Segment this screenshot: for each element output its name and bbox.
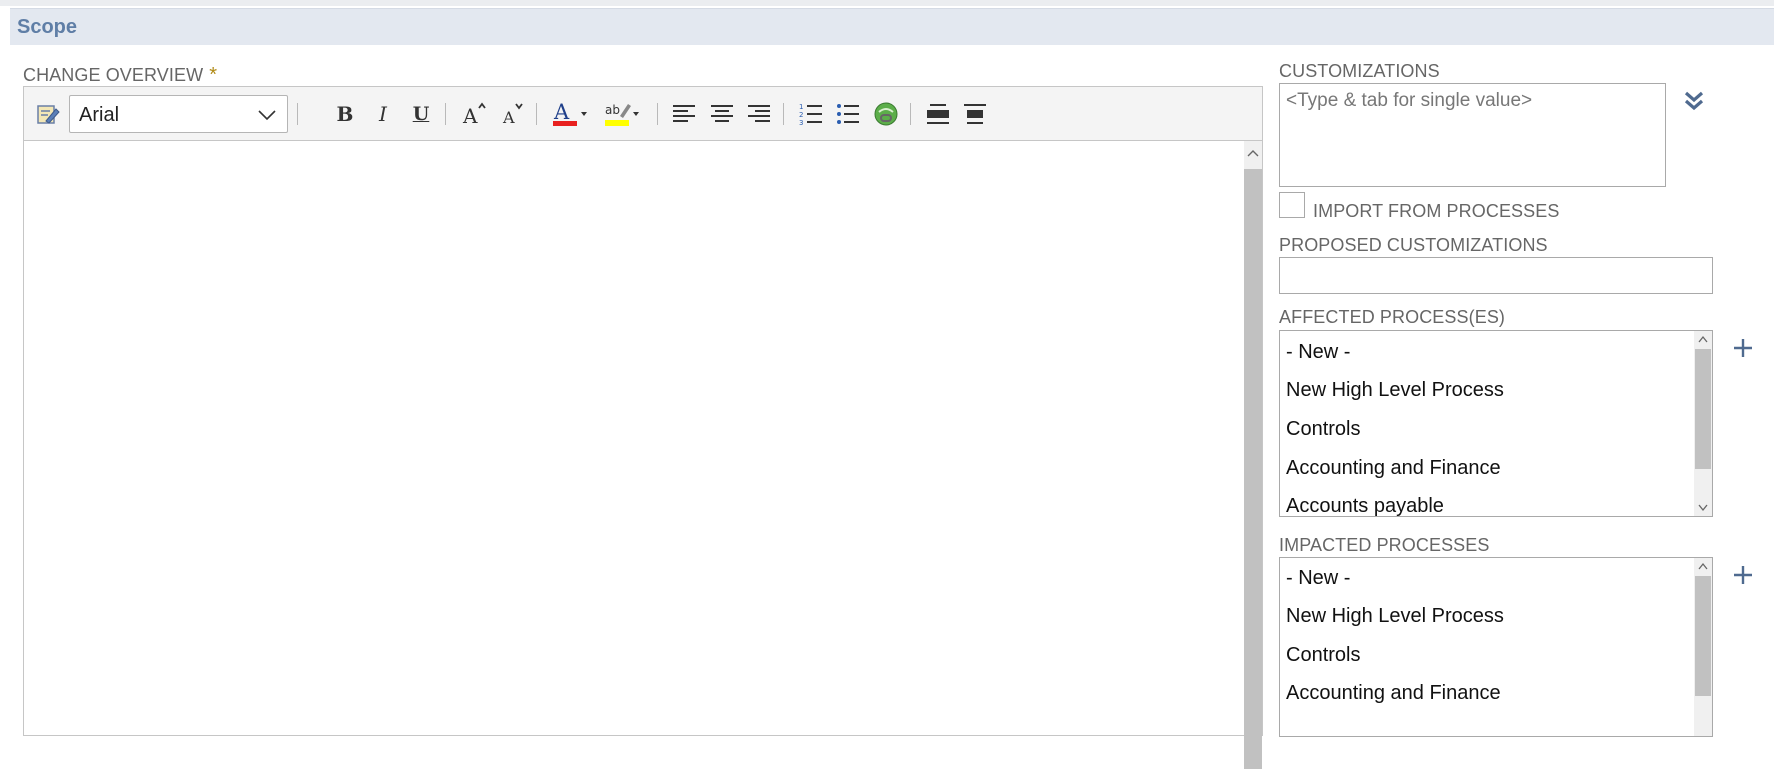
top-divider (0, 0, 1774, 6)
align-center-icon[interactable] (708, 99, 736, 129)
toolbar-separator (910, 103, 911, 125)
change-overview-editor[interactable]: Arial B I U A A A ab 1 2 3 (23, 86, 1263, 769)
scroll-down-icon[interactable] (1698, 504, 1708, 512)
change-overview-label: CHANGE OVERVIEW (23, 65, 204, 85)
svg-text:2: 2 (799, 111, 803, 119)
svg-text:A: A (462, 104, 478, 126)
affected-processes-scrollbar[interactable] (1694, 331, 1712, 516)
svg-text:A: A (502, 108, 515, 126)
list-item[interactable]: - New - (1286, 341, 1350, 364)
chevron-down-icon (257, 105, 277, 130)
scroll-up-icon[interactable] (1698, 335, 1708, 343)
align-left-icon[interactable] (670, 99, 698, 129)
font-family-value: Arial (79, 104, 120, 126)
outdent-icon[interactable] (924, 99, 952, 129)
change-overview-label-wrap: CHANGE OVERVIEW * (23, 64, 217, 87)
affected-processes-label: AFFECTED PROCESS(ES) (1279, 307, 1506, 327)
svg-text:ab: ab (605, 103, 620, 117)
editor-content-area[interactable] (24, 141, 1262, 769)
add-affected-process-icon[interactable] (1733, 338, 1753, 363)
toolbar-separator (445, 103, 446, 125)
section-title: Scope (17, 16, 78, 38)
toolbar-separator (657, 103, 658, 125)
import-from-processes-checkbox[interactable] (1279, 192, 1305, 218)
proposed-customizations-input[interactable] (1279, 257, 1713, 294)
import-from-processes-label: IMPORT FROM PROCESSES (1313, 201, 1560, 221)
customizations-input[interactable]: <Type & tab for single value> (1279, 83, 1666, 187)
increase-font-size-icon[interactable]: A (461, 99, 489, 129)
add-impacted-process-icon[interactable] (1733, 565, 1753, 590)
toolbar-separator (297, 103, 298, 125)
customizations-placeholder: <Type & tab for single value> (1286, 90, 1533, 111)
list-item[interactable]: Accounting and Finance (1286, 457, 1501, 480)
impacted-processes-scrollbar[interactable] (1694, 558, 1712, 736)
list-item[interactable]: Controls (1286, 644, 1360, 667)
bold-button[interactable]: B (332, 99, 358, 129)
decrease-font-size-icon[interactable]: A (500, 99, 526, 129)
required-indicator: * (209, 64, 218, 86)
customizations-label: CUSTOMIZATIONS (1279, 61, 1440, 81)
affected-processes-scrollbar-thumb[interactable] (1695, 349, 1711, 469)
list-item[interactable]: - New - (1286, 567, 1350, 590)
proposed-customizations-label: PROPOSED CUSTOMIZATIONS (1279, 235, 1548, 255)
section-header[interactable]: Scope (10, 8, 1774, 45)
text-color-icon[interactable]: A (551, 99, 591, 129)
align-right-icon[interactable] (745, 99, 773, 129)
highlight-color-icon[interactable]: ab (603, 99, 643, 129)
font-family-select[interactable]: Arial (69, 95, 288, 133)
indent-icon[interactable] (961, 99, 989, 129)
underline-button[interactable]: U (408, 99, 434, 129)
impacted-processes-listbox[interactable]: - New - New High Level Process Controls … (1279, 557, 1713, 737)
scroll-up-icon[interactable] (1247, 145, 1259, 163)
double-chevron-down-icon[interactable] (1683, 90, 1705, 117)
bulleted-list-icon[interactable] (834, 99, 862, 129)
toolbar-separator (783, 103, 784, 125)
numbered-list-icon[interactable]: 123 (797, 99, 825, 129)
affected-processes-listbox[interactable]: - New - New High Level Process Controls … (1279, 330, 1713, 517)
list-item[interactable]: Accounting and Finance (1286, 682, 1501, 705)
scroll-up-icon[interactable] (1698, 562, 1708, 570)
editor-toolbar: Arial B I U A A A ab 1 2 3 (24, 87, 1262, 141)
list-item[interactable]: New High Level Process (1286, 379, 1504, 402)
editor-scrollbar-thumb[interactable] (1244, 169, 1262, 769)
svg-text:1: 1 (799, 103, 803, 111)
toolbar-separator (536, 103, 537, 125)
editor-scrollbar[interactable] (1244, 141, 1262, 769)
list-item[interactable]: Accounts payable (1286, 495, 1444, 516)
edit-mode-icon[interactable] (34, 99, 62, 129)
svg-text:A: A (553, 100, 570, 124)
svg-text:3: 3 (799, 119, 803, 126)
list-item[interactable]: New High Level Process (1286, 605, 1504, 628)
insert-link-icon[interactable] (871, 99, 901, 129)
impacted-processes-scrollbar-thumb[interactable] (1695, 576, 1711, 696)
italic-button[interactable]: I (370, 99, 396, 129)
list-item[interactable]: Controls (1286, 418, 1360, 441)
impacted-processes-label: IMPACTED PROCESSES (1279, 535, 1490, 555)
